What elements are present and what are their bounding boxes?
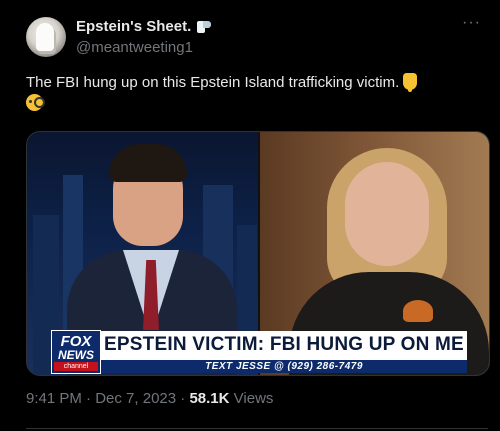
chyron-sub: TEXT JESSE @ (929) 286-7479 xyxy=(205,361,363,372)
author-handle[interactable]: @meantweeting1 xyxy=(76,39,193,56)
tweet-text: The FBI hung up on this Epstein Island t… xyxy=(26,72,486,114)
ribbon-pin xyxy=(403,300,433,322)
meta-dot-2: · xyxy=(180,390,186,407)
author-name[interactable]: Epstein's Sheet. xyxy=(76,18,191,35)
chyron-headline: EPSTEIN VICTIM: FBI HUNG UP ON ME xyxy=(104,334,464,355)
tweet-date[interactable]: Dec 7, 2023 xyxy=(95,390,176,407)
face-with-monocle-icon xyxy=(26,94,45,111)
divider-line xyxy=(26,428,488,429)
views-count: 58.1K xyxy=(189,390,230,407)
guest-face xyxy=(345,162,429,266)
author-name-row: Epstein's Sheet. xyxy=(76,18,212,35)
more-options-button[interactable]: ··· xyxy=(462,14,481,32)
author-avatar[interactable] xyxy=(26,17,66,57)
chyron-headline-bar: EPSTEIN VICTIM: FBI HUNG UP ON ME xyxy=(101,331,467,360)
fox-news-logo: FOX NEWS channel xyxy=(51,330,101,374)
pointing-down-icon xyxy=(403,73,418,92)
meta-dot: · xyxy=(86,390,92,407)
tweet-time[interactable]: 9:41 PM xyxy=(26,390,82,407)
toilet-paper-figure-icon xyxy=(36,23,54,51)
tweet-media-video[interactable]: FOX NEWS channel EPSTEIN VICTIM: FBI HUN… xyxy=(26,131,490,376)
tweet-meta: 9:41 PM · Dec 7, 2023 · 58.1K Views xyxy=(26,390,273,407)
toilet-paper-roll-icon xyxy=(197,19,212,34)
tweet-body: The FBI hung up on this Epstein Island t… xyxy=(26,74,400,91)
chyron-sub-bar: TEXT JESSE @ (929) 286-7479 xyxy=(101,360,467,373)
views-label: Views xyxy=(233,390,274,407)
